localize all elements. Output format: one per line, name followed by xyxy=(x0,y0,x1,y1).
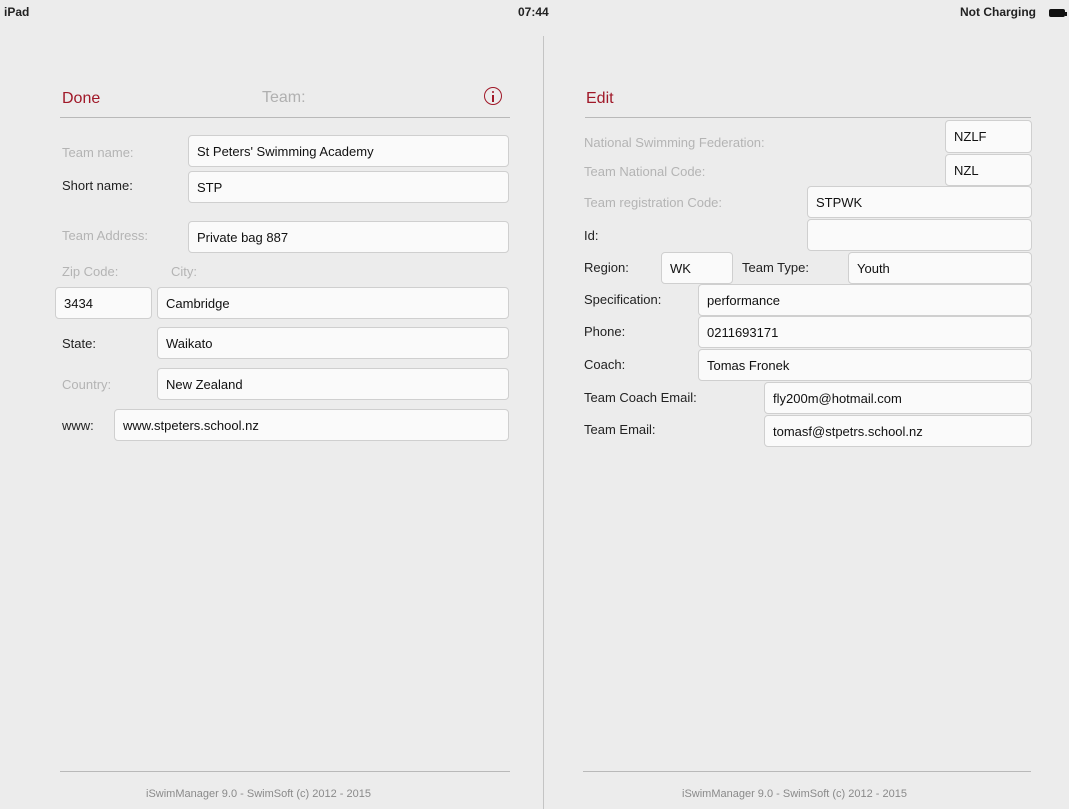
phone-label: Phone: xyxy=(584,324,626,339)
footer-text-right: iSwimManager 9.0 - SwimSoft (c) 2012 - 2… xyxy=(682,788,907,800)
team-type-label: Team Type: xyxy=(742,260,809,275)
coach-email-label: Team Coach Email: xyxy=(584,390,697,405)
team-name-field[interactable]: St Peters' Swimming Academy xyxy=(188,135,509,167)
www-label: www: xyxy=(62,418,94,433)
team-address-label: Team Address: xyxy=(62,228,148,243)
coach-field[interactable]: Tomas Fronek xyxy=(698,349,1032,381)
coach-label: Coach: xyxy=(584,357,626,372)
state-label: State: xyxy=(62,336,96,351)
federation-label: National Swimming Federation: xyxy=(584,135,765,150)
short-name-label: Short name: xyxy=(62,178,133,193)
team-type-field[interactable]: Youth xyxy=(848,252,1032,284)
country-field[interactable]: New Zealand xyxy=(157,368,509,400)
coach-email-field[interactable]: fly200m@hotmail.com xyxy=(764,382,1032,414)
id-label: Id: xyxy=(584,228,599,243)
edit-button[interactable]: Edit xyxy=(586,90,614,108)
region-label: Region: xyxy=(584,260,629,275)
footer-divider-right xyxy=(583,771,1031,772)
status-time: 07:44 xyxy=(518,5,549,19)
header-divider-right xyxy=(585,117,1031,118)
pane-divider xyxy=(543,36,544,809)
federation-field[interactable]: NZLF xyxy=(945,120,1032,153)
footer-text: iSwimManager 9.0 - SwimSoft (c) 2012 - 2… xyxy=(146,788,371,800)
phone-field[interactable]: 0211693171 xyxy=(698,316,1032,348)
region-field[interactable]: WK xyxy=(661,252,733,284)
battery-status: Not Charging xyxy=(960,5,1036,19)
registration-code-field[interactable]: STPWK xyxy=(807,186,1032,218)
www-field[interactable]: www.stpeters.school.nz xyxy=(114,409,509,441)
id-field[interactable] xyxy=(807,219,1032,251)
team-email-label: Team Email: xyxy=(584,422,656,437)
footer-divider xyxy=(60,771,510,772)
zip-code-field[interactable]: 3434 xyxy=(55,287,152,319)
team-email-field[interactable]: tomasf@stpetrs.school.nz xyxy=(764,415,1032,447)
city-label: City: xyxy=(171,264,197,279)
country-label: Country: xyxy=(62,377,112,392)
zip-code-label: Zip Code: xyxy=(62,264,119,279)
registration-code-label: Team registration Code: xyxy=(584,195,723,210)
header-divider xyxy=(60,117,510,118)
national-code-field[interactable]: NZL xyxy=(945,154,1032,186)
info-icon[interactable] xyxy=(484,87,502,105)
team-name-label: Team name: xyxy=(62,145,134,160)
city-field[interactable]: Cambridge xyxy=(157,287,509,319)
device-label: iPad xyxy=(4,5,30,19)
specification-field[interactable]: performance xyxy=(698,284,1032,316)
state-field[interactable]: Waikato xyxy=(157,327,509,359)
team-address-field[interactable]: Private bag 887 xyxy=(188,221,509,253)
battery-icon xyxy=(1049,9,1067,17)
specification-label: Specification: xyxy=(584,292,662,307)
done-button[interactable]: Done xyxy=(62,90,100,108)
page-title: Team: xyxy=(262,89,306,106)
national-code-label: Team National Code: xyxy=(584,164,706,179)
short-name-field[interactable]: STP xyxy=(188,171,509,203)
